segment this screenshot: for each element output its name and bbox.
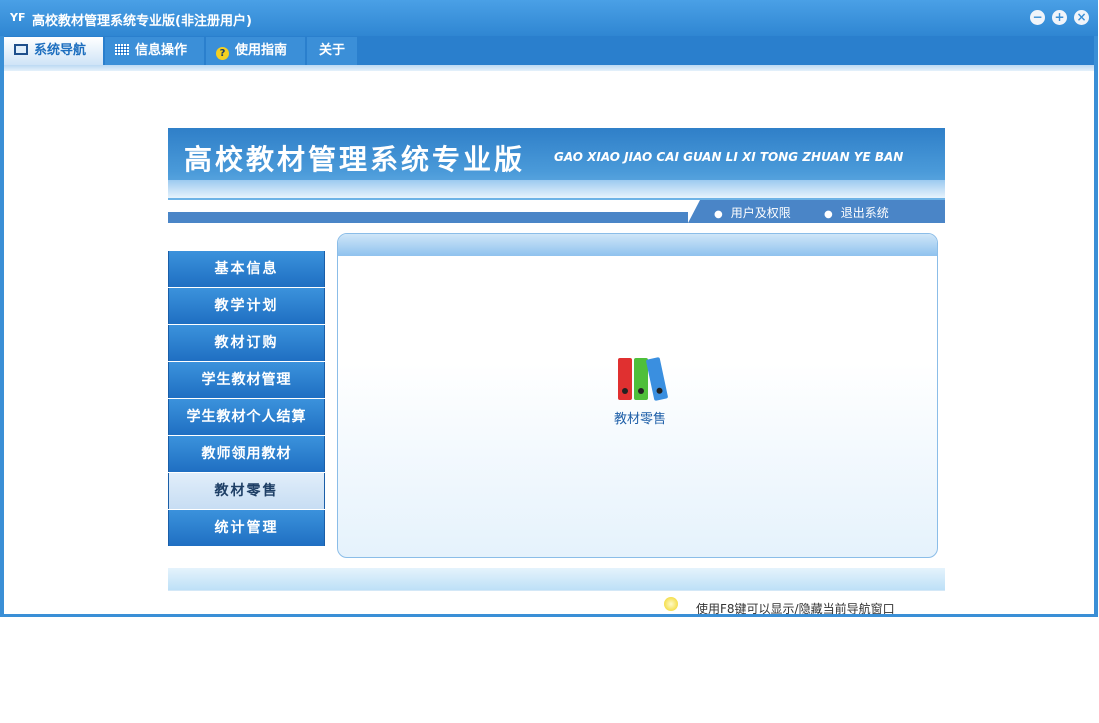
tab-label: 使用指南 (235, 43, 288, 58)
restore-icon[interactable]: + (1052, 10, 1067, 25)
module-label: 教材零售 (613, 412, 666, 427)
tab-label: 信息操作 (135, 43, 188, 58)
sidebar-item-student-settlement[interactable]: 学生教材个人结算 (168, 399, 325, 435)
banner-glow (168, 180, 945, 198)
system-banner: 高校教材管理系统专业版 GAO XIAO JIAO CAI GUAN LI XI… (168, 128, 945, 200)
sidebar-item-teaching-plan[interactable]: 教学计划 (168, 288, 325, 324)
title-bar[interactable]: YF 高校教材管理系统专业版(非注册用户) − + × (0, 0, 1098, 36)
panel-header (338, 234, 937, 256)
sidebar-item-student-textbooks[interactable]: 学生教材管理 (168, 362, 325, 398)
exit-system-link[interactable]: 退出系统 (824, 204, 889, 221)
window-title: 高校教材管理系统专业版(非注册用户) (32, 14, 252, 29)
footer-band (168, 568, 945, 590)
sidebar-item-basic-info[interactable]: 基本信息 (168, 251, 325, 287)
help-icon: ? (216, 47, 229, 60)
tab-about[interactable]: 关于 (307, 37, 357, 65)
monitor-icon (14, 44, 28, 55)
binders-icon (610, 356, 670, 402)
sidebar-menu: 基本信息 教学计划 教材订购 学生教材管理 学生教材个人结算 教师领用教材 教材… (168, 251, 325, 547)
close-icon[interactable]: × (1074, 10, 1089, 25)
app-window: YF 高校教材管理系统专业版(非注册用户) − + × 系统导航 信息操作 ? 使… (0, 0, 1098, 617)
f8-hint-text: 使用F8键可以显示/隐藏当前导航窗口 (696, 602, 895, 614)
user-permissions-link[interactable]: 用户及权限 (714, 204, 791, 221)
nav-strip-bar (168, 212, 688, 223)
blue-binder (645, 357, 669, 401)
grid-icon (115, 44, 129, 55)
tab-label: 系统导航 (34, 43, 87, 58)
sidebar-item-teacher-textbooks[interactable]: 教师领用教材 (168, 436, 325, 472)
top-nav-strip: 用户及权限 退出系统 (168, 200, 945, 224)
tab-label: 关于 (319, 43, 346, 58)
minimize-icon[interactable]: − (1030, 10, 1045, 25)
nav-strip-links-area: 用户及权限 退出系统 (688, 200, 945, 223)
lightbulb-icon (664, 597, 678, 611)
sidebar-item-statistics[interactable]: 统计管理 (168, 510, 325, 546)
menu-bar: 系统导航 信息操作 ? 使用指南 关于 (4, 36, 1094, 66)
module-panel: 教材零售 (337, 233, 938, 558)
tab-user-guide[interactable]: ? 使用指南 (206, 37, 305, 65)
sidebar-item-textbook-ordering[interactable]: 教材订购 (168, 325, 325, 361)
tab-system-navigation[interactable]: 系统导航 (4, 37, 103, 65)
navigation-page: 高校教材管理系统专业版 GAO XIAO JIAO CAI GUAN LI XI… (4, 71, 1094, 614)
banner-title: 高校教材管理系统专业版 (184, 143, 526, 176)
banner-subtitle: GAO XIAO JIAO CAI GUAN LI XI TONG ZHUAN … (554, 150, 904, 164)
red-binder (618, 358, 632, 400)
sidebar-item-textbook-retail[interactable]: 教材零售 (168, 473, 325, 509)
app-logo-icon: YF (10, 11, 26, 24)
retail-module-shortcut[interactable]: 教材零售 (600, 356, 680, 427)
tab-info-operations[interactable]: 信息操作 (105, 37, 204, 65)
